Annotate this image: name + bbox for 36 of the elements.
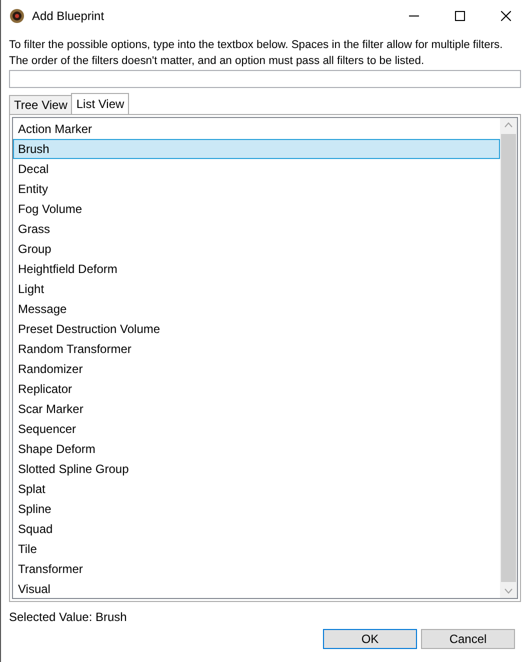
list-item[interactable]: Slotted Spline Group — [13, 459, 500, 479]
window-title: Add Blueprint — [32, 8, 106, 22]
list-item[interactable]: Sequencer — [13, 419, 500, 439]
scrollbar[interactable] — [500, 118, 517, 598]
list-item[interactable]: Spline — [13, 499, 500, 519]
list-item[interactable]: Light — [13, 279, 500, 299]
list-item[interactable]: Random Transformer — [13, 339, 500, 359]
list-item[interactable]: Fog Volume — [13, 199, 500, 219]
list-item[interactable]: Grass — [13, 219, 500, 239]
list-item[interactable]: Randomizer — [13, 359, 500, 379]
selected-value-text: Selected Value: Brush — [9, 610, 128, 624]
close-icon — [501, 10, 511, 20]
tab[interactable]: List View — [71, 93, 130, 114]
list-item[interactable]: Heightfield Deform — [13, 259, 500, 279]
cancel-button[interactable]: Cancel — [421, 629, 515, 649]
list-item[interactable]: Action Marker — [13, 119, 500, 139]
filter-field[interactable] — [9, 70, 521, 88]
list-item[interactable]: Splat — [13, 479, 500, 499]
app-logo-icon — [9, 8, 25, 24]
list-item[interactable]: Tile — [13, 539, 500, 559]
list-item[interactable]: Transformer — [13, 559, 500, 579]
list-item[interactable]: Scar Marker — [13, 399, 500, 419]
list-item[interactable]: Visual — [13, 579, 500, 599]
list-item[interactable]: Shape Deform — [13, 439, 500, 459]
list-item[interactable]: Message — [13, 299, 500, 319]
list-item[interactable]: Decal — [13, 159, 500, 179]
instructions-text: To filter the possible options, type into the textbox below. Spaces in the filter allow for multiple filters. The order of the filters doesn't matter, and an option must pass all filters to be listed. — [9, 38, 504, 69]
list-item[interactable]: Brush — [13, 139, 500, 159]
list-item[interactable]: Group — [13, 239, 500, 259]
ok-button[interactable]: OK — [323, 629, 417, 649]
list-item[interactable]: Entity — [13, 179, 500, 199]
list-item[interactable]: Squad — [13, 519, 500, 539]
tab[interactable]: Tree View — [9, 95, 72, 114]
list-item[interactable]: Replicator — [13, 379, 500, 399]
maximize-icon — [455, 10, 465, 20]
list-item[interactable]: Preset Destruction Volume — [13, 319, 500, 339]
